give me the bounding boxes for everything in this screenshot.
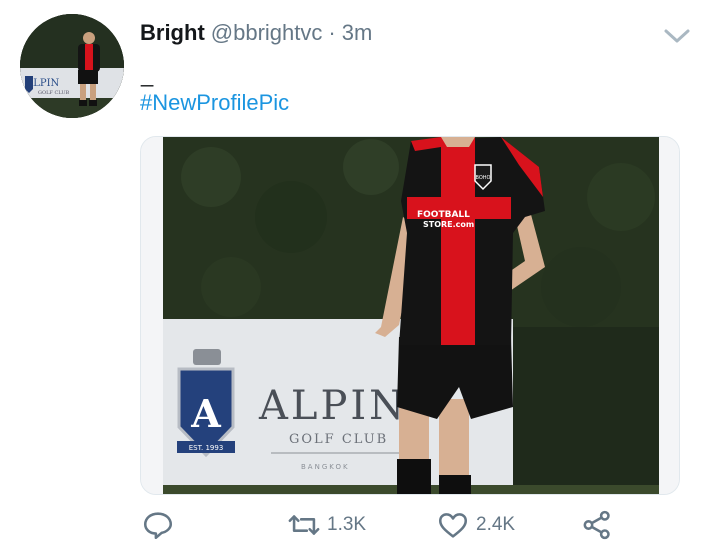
chevron-down-icon[interactable] — [662, 26, 692, 46]
sign-sub-text: GOLF CLUB — [289, 432, 388, 447]
tweet-text: _ — [141, 62, 154, 87]
hashtag-link[interactable]: #NewProfilePic — [140, 90, 289, 116]
tweet-header: Bright @bbrightvc · 3m — [140, 20, 372, 48]
like-count: 2.4K — [476, 514, 516, 535]
display-name[interactable]: Bright — [140, 20, 205, 46]
tweet-photo[interactable]: A EST. 1993 ALPIN GOLF CLUB BANGKOK FOOT… — [140, 136, 680, 495]
retweet-button[interactable]: 1.3K — [287, 505, 366, 545]
jersey-sponsor-line2: STORE.com — [423, 220, 474, 229]
reply-icon — [143, 512, 173, 540]
retweet-count: 1.3K — [327, 514, 367, 535]
svg-text:GOLF CLUB: GOLF CLUB — [38, 90, 70, 96]
user-handle[interactable]: @bbrightvc — [211, 20, 323, 46]
like-button[interactable]: 2.4K — [436, 505, 515, 545]
separator-dot: · — [328, 20, 336, 45]
svg-text:BOHO: BOHO — [476, 175, 491, 181]
jersey-sponsor-line1: FOOTBALL — [417, 210, 470, 220]
timestamp[interactable]: 3m — [342, 20, 373, 46]
reply-button[interactable] — [141, 505, 175, 545]
retweet-icon — [288, 515, 320, 535]
heart-icon — [438, 513, 468, 538]
svg-text:A: A — [190, 391, 221, 436]
avatar[interactable]: ALPIN GOLF CLUB — [20, 14, 124, 118]
tweet-actions: 1.3K 2.4K — [0, 505, 720, 545]
svg-text:EST. 1993: EST. 1993 — [189, 444, 224, 452]
share-button[interactable] — [580, 505, 614, 545]
share-icon — [583, 510, 610, 540]
sign-place-text: BANGKOK — [301, 463, 350, 471]
sign-brand-text: ALPIN — [258, 383, 407, 429]
